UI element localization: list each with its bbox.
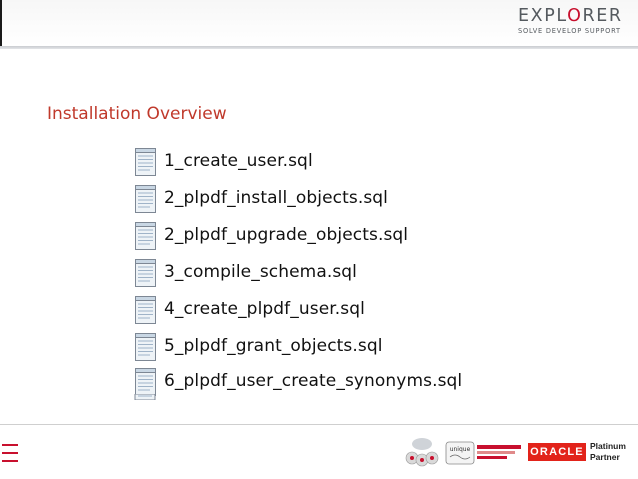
file-name: 1_create_user.sql <box>164 151 313 171</box>
partner-line2: Partner <box>590 452 620 462</box>
file-list-item[interactable]: 6_plpdf_user_create_synonyms.sql <box>128 364 462 398</box>
file-name: 6_plpdf_user_create_synonyms.sql <box>164 371 463 391</box>
logo-text-part2: RER <box>582 6 623 26</box>
text-file-icon <box>135 295 156 324</box>
partner-label: Platinum Partner <box>590 441 626 463</box>
hamburger-menu-icon[interactable] <box>2 442 18 464</box>
logo-wordmark: EXPLORER <box>518 6 630 26</box>
partner-line1: Platinum <box>590 441 626 451</box>
logo-text-accent: O <box>567 6 583 26</box>
file-list-panel: 1_create_user.sql 2_plpdf_install_objects… <box>128 142 473 400</box>
text-file-icon <box>135 221 156 250</box>
file-list-item[interactable]: 2_plpdf_upgrade_objects.sql <box>128 218 408 252</box>
file-name: 2_plpdf_install_objects.sql <box>164 188 388 208</box>
file-name: 2_plpdf_upgrade_objects.sql <box>164 225 409 245</box>
explorer-logo[interactable]: EXPLORER SOLVE DEVELOP SUPPORT <box>518 6 630 40</box>
file-list-item[interactable]: 5_plpdf_grant_objects.sql <box>128 329 383 363</box>
file-list-item[interactable]: 3_compile_schema.sql <box>128 255 357 289</box>
file-list-item[interactable]: 4_create_plpdf_user.sql <box>128 292 365 326</box>
oracle-logo: ORACLE <box>528 443 586 461</box>
slide-title: Installation Overview <box>47 104 227 124</box>
text-file-icon <box>135 367 156 396</box>
text-file-icon <box>135 258 156 287</box>
badge-text: unique <box>450 446 471 453</box>
award-figures-icon <box>405 438 439 467</box>
file-name: 4_create_plpdf_user.sql <box>164 299 365 319</box>
logo-text-part1: EXPL <box>518 6 568 26</box>
text-file-icon <box>135 147 156 176</box>
file-name: 5_plpdf_grant_objects.sql <box>164 336 383 356</box>
file-name: 3_compile_schema.sql <box>164 262 358 282</box>
text-file-icon <box>135 184 156 213</box>
award-caption-block <box>477 445 521 459</box>
partial-file-icon <box>134 394 156 400</box>
text-file-icon <box>135 332 156 361</box>
file-list-item[interactable]: 2_plpdf_install_objects.sql <box>128 181 388 215</box>
header-left-rule <box>0 0 2 46</box>
file-list-item[interactable]: 1_create_user.sql <box>128 144 313 178</box>
award-badges: unique <box>405 438 521 467</box>
logo-tagline: SOLVE DEVELOP SUPPORT <box>518 27 621 35</box>
footer-divider <box>0 424 638 425</box>
unique-award-badge: unique <box>445 441 475 465</box>
oracle-platinum-partner-badge: ORACLE Platinum Partner <box>528 440 630 466</box>
header-divider <box>0 46 638 49</box>
